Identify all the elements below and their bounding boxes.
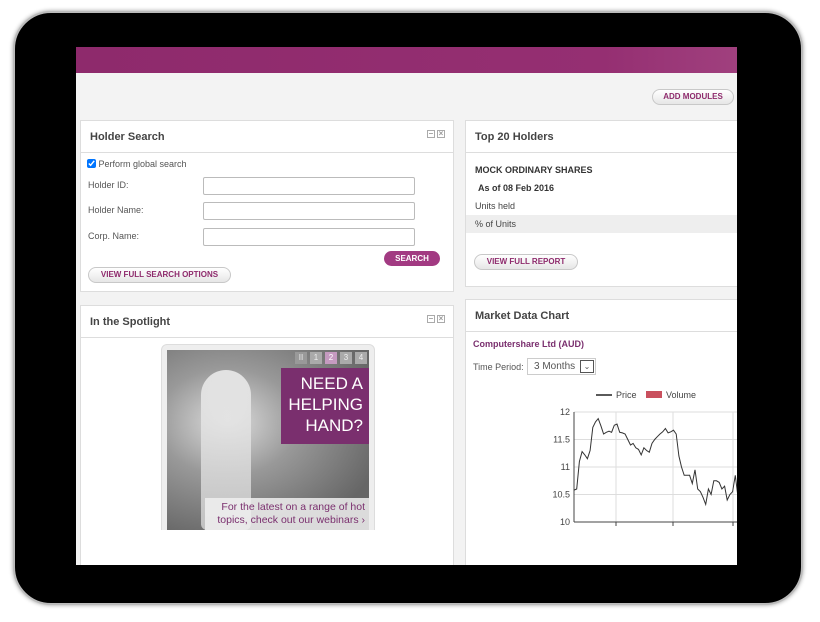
time-period-select[interactable]: 3 Months ⌄ bbox=[527, 358, 596, 375]
spotlight-banner[interactable]: II 1 2 3 4 NEED A HELPING HAND? For the … bbox=[167, 350, 369, 530]
slide-4-button[interactable]: 4 bbox=[355, 352, 367, 364]
chevron-down-icon: ⌄ bbox=[580, 360, 594, 373]
price-chart: Price Volume 12 11.5 11 10.5 10 bbox=[552, 390, 737, 527]
table-row: % of Units bbox=[466, 215, 737, 233]
add-modules-button[interactable]: ADD MODULES bbox=[652, 89, 734, 105]
headline-line: NEED A bbox=[300, 374, 363, 393]
slide-3-button[interactable]: 3 bbox=[340, 352, 352, 364]
y-tick-label: 11.5 bbox=[553, 435, 570, 445]
panel-header: Market Data Chart bbox=[466, 300, 737, 332]
panel-title: In the Spotlight bbox=[90, 316, 171, 328]
table-row: Units held bbox=[475, 201, 516, 211]
holder-search-panel: Holder Search – × Perform global search H… bbox=[80, 120, 454, 292]
header-bar bbox=[76, 47, 737, 73]
slide-pager: II 1 2 3 4 bbox=[295, 352, 367, 364]
panel-title: Market Data Chart bbox=[475, 310, 570, 322]
panel-footer bbox=[81, 530, 426, 565]
top-holders-panel: Top 20 Holders MOCK ORDINARY SHARES As o… bbox=[465, 120, 737, 287]
y-tick-label: 10.5 bbox=[552, 490, 570, 500]
slide-2-button[interactable]: 2 bbox=[325, 352, 337, 364]
slide-1-button[interactable]: 1 bbox=[310, 352, 322, 364]
panel-header: Top 20 Holders bbox=[466, 121, 737, 153]
time-period-label: Time Period: bbox=[473, 362, 524, 372]
company-name: Computershare Ltd (AUD) bbox=[473, 339, 585, 349]
headline-box: NEED A HELPING HAND? bbox=[281, 368, 369, 444]
market-data-panel: Market Data Chart Computershare Ltd (AUD… bbox=[465, 299, 737, 565]
minimize-icon[interactable]: – bbox=[427, 130, 435, 138]
minimize-icon[interactable]: – bbox=[427, 315, 435, 323]
pause-button[interactable]: II bbox=[295, 352, 307, 364]
global-search-checkbox[interactable] bbox=[87, 159, 96, 168]
spotlight-panel: In the Spotlight – × II 1 2 3 4 NEED A HE… bbox=[80, 305, 454, 565]
price-line bbox=[573, 417, 737, 507]
corp-name-input[interactable] bbox=[203, 228, 415, 246]
webinars-link[interactable]: For the latest on a range of hot topics,… bbox=[205, 498, 369, 530]
panel-title: Top 20 Holders bbox=[475, 131, 554, 143]
view-full-search-options-button[interactable]: VIEW FULL SEARCH OPTIONS bbox=[88, 267, 231, 283]
holder-id-input[interactable] bbox=[203, 177, 415, 195]
y-tick-label: 11 bbox=[561, 462, 570, 472]
security-name: MOCK ORDINARY SHARES bbox=[475, 165, 593, 175]
screen: ADD MODULES Holder Search – × Perform glo… bbox=[76, 47, 737, 565]
y-tick-label: 10 bbox=[560, 517, 570, 527]
panel-title: Holder Search bbox=[90, 131, 165, 143]
as-of-date: As of 08 Feb 2016 bbox=[478, 183, 555, 193]
holder-name-label: Holder Name: bbox=[88, 205, 144, 215]
panel-header: In the Spotlight – × bbox=[81, 306, 453, 338]
view-full-report-button[interactable]: VIEW FULL REPORT bbox=[474, 254, 578, 270]
time-period-value: 3 Months bbox=[534, 361, 576, 372]
headline-line: HELPING bbox=[288, 395, 363, 414]
panel-header: Holder Search – × bbox=[81, 121, 453, 153]
legend-volume-swatch bbox=[646, 391, 662, 398]
holder-name-input[interactable] bbox=[203, 202, 415, 220]
close-icon[interactable]: × bbox=[437, 315, 445, 323]
caption-line: topics, check out our webinars › bbox=[217, 514, 365, 526]
legend-price-label: Price bbox=[616, 390, 637, 400]
close-icon[interactable]: × bbox=[437, 130, 445, 138]
legend-volume-label: Volume bbox=[666, 390, 696, 400]
headline-line: HAND? bbox=[305, 416, 363, 435]
global-search-label: Perform global search bbox=[98, 159, 187, 169]
caption-line: For the latest on a range of hot bbox=[221, 501, 365, 513]
corp-name-label: Corp. Name: bbox=[88, 231, 140, 241]
y-tick-label: 12 bbox=[560, 407, 570, 417]
holder-id-label: Holder ID: bbox=[88, 180, 129, 190]
search-button[interactable]: SEARCH bbox=[384, 251, 440, 266]
